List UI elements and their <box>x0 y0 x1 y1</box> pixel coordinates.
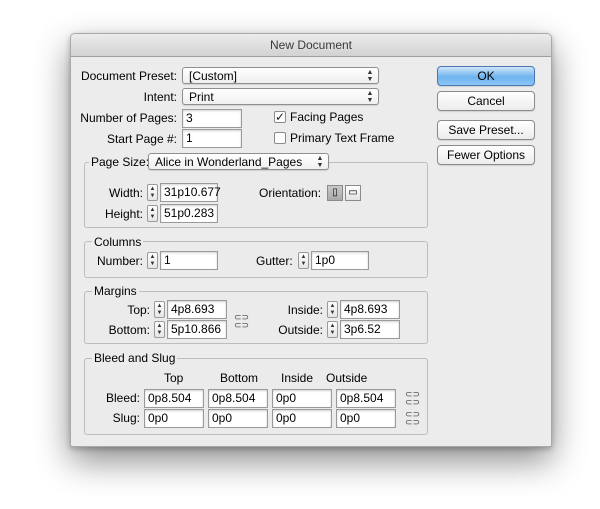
columns-title: Columns <box>92 235 144 249</box>
columns-number-stepper[interactable]: ▲ ▼ <box>147 252 158 269</box>
margin-bottom-stepper[interactable]: ▲ ▼ <box>154 321 165 338</box>
slug-chain-link-icon[interactable]: ⊂⊃ ⊂⊃ <box>405 410 420 427</box>
bleed-and-slug-title: Bleed and Slug <box>92 351 178 365</box>
document-preset-popup[interactable]: [Custom] ▲ ▼ <box>182 67 379 84</box>
height-field[interactable]: 51p0.283 <box>160 204 218 223</box>
portrait-orientation-icon[interactable]: ▯ <box>327 185 343 201</box>
margin-outside-stepper[interactable]: ▲ ▼ <box>327 321 338 338</box>
margins-title: Margins <box>92 284 139 298</box>
start-page-field[interactable]: 1 <box>182 129 242 148</box>
orientation-label: Orientation: <box>259 186 322 200</box>
margin-outside-label: Outside: <box>278 323 323 337</box>
up-down-arrows-icon: ▲ ▼ <box>316 155 324 169</box>
number-of-pages-field[interactable]: 3 <box>182 109 242 128</box>
gutter-label: Gutter: <box>256 254 293 268</box>
document-preset-value: [Custom] <box>189 69 238 83</box>
margin-top-stepper[interactable]: ▲ ▼ <box>154 301 165 318</box>
cancel-button[interactable]: Cancel <box>437 91 535 111</box>
facing-pages-label: Facing Pages <box>290 110 364 124</box>
bleed-header-outside: Outside <box>326 371 368 385</box>
page-size-label: Page Size: <box>89 155 152 169</box>
margin-top-label: Top: <box>127 303 150 317</box>
page-size-value: Alice in Wonderland_Pages <box>155 155 303 169</box>
bleed-chain-link-icon[interactable]: ⊂⊃ ⊂⊃ <box>405 390 420 407</box>
bleed-outside-field[interactable]: 0p8.504 <box>336 389 396 408</box>
height-stepper[interactable]: ▲ ▼ <box>147 205 158 222</box>
ok-button[interactable]: OK <box>437 66 535 86</box>
slug-top-field[interactable]: 0p0 <box>144 409 204 428</box>
margins-chain-link-icon[interactable]: ⊂⊃ ⊂⊃ <box>234 313 249 330</box>
up-down-arrows-icon: ▲ ▼ <box>366 90 374 104</box>
width-field[interactable]: 31p10.677 <box>160 183 221 202</box>
bleed-header-bottom: Bottom <box>220 371 259 385</box>
slug-bottom-field[interactable]: 0p0 <box>208 409 268 428</box>
primary-text-frame-label: Primary Text Frame <box>290 131 395 145</box>
margin-inside-field[interactable]: 4p8.693 <box>340 300 400 319</box>
slug-outside-field[interactable]: 0p0 <box>336 409 396 428</box>
bleed-label: Bleed: <box>105 391 140 405</box>
landscape-orientation-icon[interactable]: ▭ <box>345 185 361 201</box>
window-title: New Document <box>71 34 551 57</box>
bleed-top-field[interactable]: 0p8.504 <box>144 389 204 408</box>
margin-top-field[interactable]: 4p8.693 <box>167 300 227 319</box>
margin-inside-stepper[interactable]: ▲ ▼ <box>327 301 338 318</box>
new-document-dialog: New Document Document Preset: [Custom] ▲… <box>70 33 552 447</box>
bleed-bottom-field[interactable]: 0p8.504 <box>208 389 268 408</box>
intent-value: Print <box>189 90 214 104</box>
up-down-arrows-icon: ▲ ▼ <box>366 69 374 83</box>
slug-label: Slug: <box>112 411 140 425</box>
margin-bottom-field[interactable]: 5p10.866 <box>167 320 227 339</box>
width-label: Width: <box>108 186 143 200</box>
intent-popup[interactable]: Print ▲ ▼ <box>182 88 379 105</box>
document-preset-label: Document Preset: <box>80 69 177 83</box>
bleed-header-top: Top <box>164 371 184 385</box>
gutter-stepper[interactable]: ▲ ▼ <box>298 252 309 269</box>
page-size-popup[interactable]: Alice in Wonderland_Pages ▲ ▼ <box>148 153 329 170</box>
height-label: Height: <box>104 207 143 221</box>
bleed-inside-field[interactable]: 0p0 <box>272 389 332 408</box>
start-page-label: Start Page #: <box>106 132 177 146</box>
fewer-options-button[interactable]: Fewer Options <box>437 145 535 165</box>
number-of-pages-label: Number of Pages: <box>80 111 177 125</box>
primary-text-frame-checkbox[interactable] <box>274 132 286 144</box>
margin-inside-label: Inside: <box>287 303 323 317</box>
width-stepper[interactable]: ▲ ▼ <box>147 184 158 201</box>
save-preset-button[interactable]: Save Preset... <box>437 120 535 140</box>
columns-number-field[interactable]: 1 <box>160 251 218 270</box>
slug-inside-field[interactable]: 0p0 <box>272 409 332 428</box>
margin-bottom-label: Bottom: <box>108 323 150 337</box>
gutter-field[interactable]: 1p0 <box>311 251 369 270</box>
columns-number-label: Number: <box>96 254 143 268</box>
bleed-header-inside: Inside <box>281 371 314 385</box>
intent-label: Intent: <box>143 90 177 104</box>
facing-pages-checkbox[interactable]: ✓ <box>274 111 286 123</box>
margin-outside-field[interactable]: 3p6.52 <box>340 320 400 339</box>
